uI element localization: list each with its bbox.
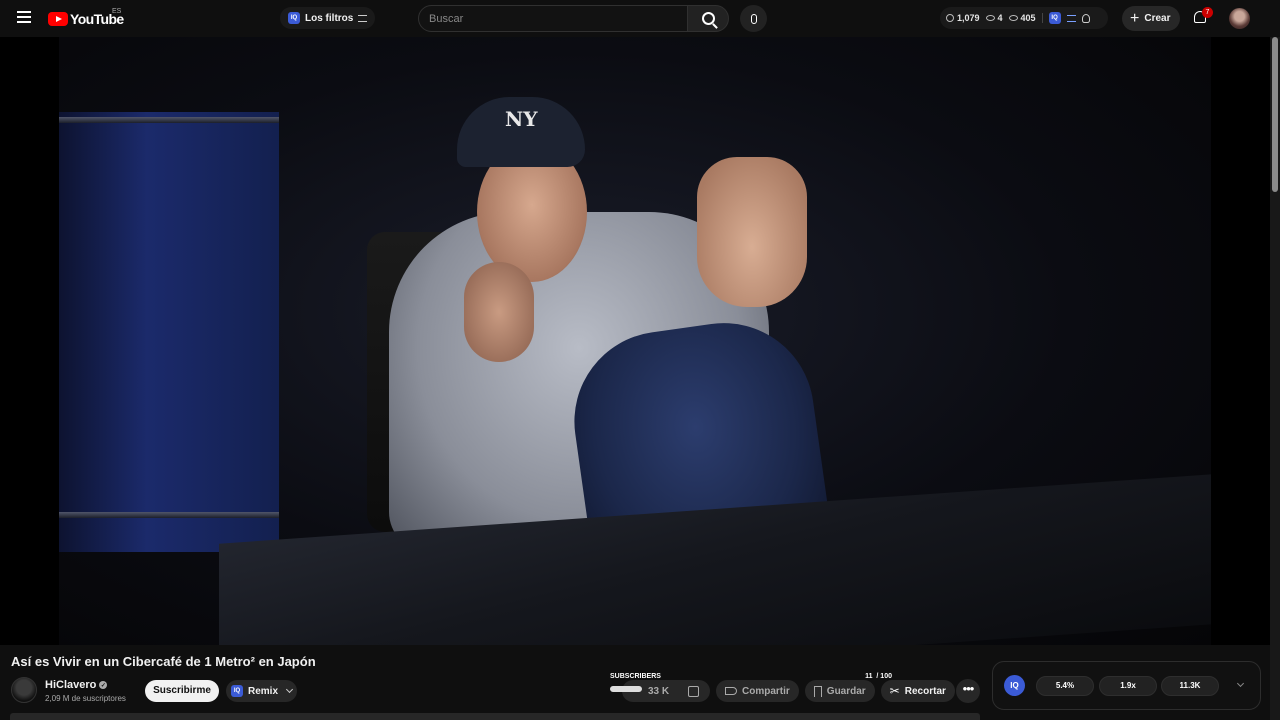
video-title: Así es Vivir en un Cibercafé de 1 Metro²… xyxy=(11,654,316,669)
blue-wall xyxy=(59,112,279,552)
verified-icon: ✓ xyxy=(99,681,108,689)
cap-logo: NY xyxy=(505,107,538,131)
save-button[interactable]: Guardar xyxy=(804,680,875,702)
stat-views: 4 xyxy=(985,13,1003,23)
subscribers-progress-bar xyxy=(610,686,642,692)
channel-name[interactable]: HiClavero ✓ xyxy=(45,679,108,691)
stat-time: 1,079 xyxy=(946,13,980,23)
stat-watchers: 405 xyxy=(1008,13,1036,23)
scrollbar-thumb[interactable] xyxy=(1272,37,1278,192)
metric-count: 11.3K xyxy=(1161,676,1219,696)
notifications-button[interactable]: 7 xyxy=(1192,7,1213,27)
scissors-icon: ✂ xyxy=(889,684,900,698)
sliders-icon xyxy=(358,14,368,22)
iq-icon: IQ xyxy=(231,685,243,697)
iq-icon[interactable]: IQ xyxy=(1048,12,1061,24)
search-input[interactable]: Buscar xyxy=(418,5,688,32)
youtube-logo[interactable]: YouTube ES xyxy=(48,8,124,28)
chevron-down-icon xyxy=(285,685,294,694)
top-bar: YouTube ES IQ Los filtros Buscar 1,079 4… xyxy=(0,0,1280,37)
share-icon xyxy=(725,687,737,695)
action-bar: 33 K Compartir Guardar ✂ Recortar xyxy=(622,680,955,702)
person-right-hand xyxy=(697,157,807,307)
search-placeholder: Buscar xyxy=(429,12,464,25)
create-button[interactable]: + Crear xyxy=(1122,6,1181,31)
more-actions-button[interactable]: ••• xyxy=(956,679,980,703)
description-box-edge[interactable] xyxy=(10,713,980,720)
dislike-icon[interactable] xyxy=(688,685,700,697)
share-label: Compartir xyxy=(742,685,790,697)
account-avatar[interactable] xyxy=(1229,8,1250,29)
filters-label: Los filtros xyxy=(305,12,354,24)
metric-ratio: 1.9x xyxy=(1099,676,1157,696)
eye-icon xyxy=(1008,15,1018,21)
logo-country: ES xyxy=(112,8,122,15)
metric-percent: 5.4% xyxy=(1036,676,1094,696)
remix-button[interactable]: IQ Remix xyxy=(226,680,297,702)
lightbulb-icon[interactable] xyxy=(1081,13,1090,23)
share-button[interactable]: Compartir xyxy=(716,680,799,702)
bookmark-icon xyxy=(813,685,822,697)
create-label: Crear xyxy=(1144,13,1171,24)
save-label: Guardar xyxy=(826,685,866,697)
chevron-down-icon[interactable] xyxy=(1236,679,1245,688)
search-button[interactable] xyxy=(687,5,729,32)
search-icon xyxy=(701,12,715,25)
eye-icon xyxy=(985,15,995,21)
clip-button[interactable]: ✂ Recortar xyxy=(880,680,955,702)
play-logo-icon xyxy=(48,12,68,26)
rail xyxy=(59,117,279,123)
channel-name-text[interactable]: HiClavero xyxy=(45,679,96,691)
rail xyxy=(59,512,279,518)
subscribe-button[interactable]: Suscribirme xyxy=(145,680,219,702)
page-scrollbar[interactable] xyxy=(1270,37,1280,720)
iq-icon: IQ xyxy=(288,12,300,24)
divider xyxy=(1041,13,1043,23)
iq-stats-panel: IQ 5.4% 1.9x 11.3K xyxy=(992,661,1261,710)
video-frame[interactable]: NY xyxy=(59,37,1211,645)
voice-search-button[interactable] xyxy=(740,5,767,32)
iq-icon[interactable]: IQ xyxy=(1004,675,1025,696)
subscriber-count: 2,09 M de suscriptores xyxy=(45,694,126,703)
clock-icon xyxy=(946,14,954,22)
progress-fill xyxy=(611,687,641,691)
plus-icon: + xyxy=(1130,9,1140,27)
channel-avatar[interactable] xyxy=(11,677,37,703)
like-count: 33 K xyxy=(648,685,670,697)
subscribers-label: SUBSCRIBERS xyxy=(610,673,661,680)
remix-label: Remix xyxy=(247,685,278,697)
menu-icon[interactable] xyxy=(12,8,36,28)
subscribers-overlay: SUBSCRIBERS 11 / 100 xyxy=(610,673,895,683)
notification-badge: 7 xyxy=(1202,7,1213,18)
subscribers-progress-text: 11 / 100 xyxy=(865,673,892,680)
video-player[interactable]: NY xyxy=(0,37,1270,645)
person-left-hand xyxy=(464,262,534,362)
extension-stats[interactable]: 1,079 4 405 IQ xyxy=(940,7,1108,29)
mic-icon xyxy=(750,13,757,24)
clip-label: Recortar xyxy=(904,685,946,697)
filters-button[interactable]: IQ Los filtros xyxy=(280,7,376,29)
list-icon[interactable] xyxy=(1066,14,1076,22)
